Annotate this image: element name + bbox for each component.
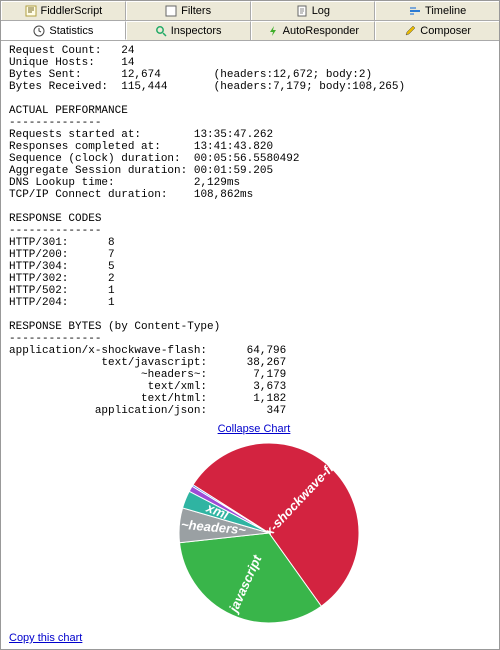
code-204-label: HTTP/204: (9, 297, 68, 309)
document-icon (296, 5, 308, 17)
code-301-value: 8 (108, 237, 115, 249)
tab-label: Statistics (49, 25, 93, 37)
codes-heading: RESPONSE CODES (9, 213, 101, 225)
clock-icon (33, 25, 45, 37)
tab-fiddlerscript[interactable]: FiddlerScript (1, 1, 126, 20)
bytes-rule: -------------- (9, 333, 101, 345)
ct-headers-label: ~headers~: (141, 369, 207, 381)
seq-label: Sequence (clock) duration: (9, 153, 181, 165)
resp-done-label: Responses completed at: (9, 141, 161, 153)
pencil-icon (404, 25, 416, 37)
tcp-label: TCP/IP Connect duration: (9, 189, 167, 201)
tab-label: Inspectors (171, 25, 222, 37)
seq-value: 00:05:56.5580492 (194, 153, 300, 165)
ct-html-value: 1,182 (253, 393, 286, 405)
checkbox-icon (165, 5, 177, 17)
content-type-pie-chart: x-shockwave-flashjavascript~headers~xml (9, 438, 489, 628)
tab-inspectors[interactable]: Inspectors (126, 21, 251, 40)
unique-hosts-label: Unique Hosts: (9, 57, 95, 69)
bytes-recv-label: Bytes Received: (9, 81, 108, 93)
bytes-sent-label: Bytes Sent: (9, 69, 82, 81)
tab-label: Log (312, 5, 330, 17)
codes-rule: -------------- (9, 225, 101, 237)
ct-html-label: text/html: (141, 393, 207, 405)
bytes-recv-value: 115,444 (121, 81, 167, 93)
ct-xml-value: 3,673 (253, 381, 286, 393)
code-304-value: 5 (108, 261, 115, 273)
bytes-sent-breakdown: (headers:12,672; body:2) (214, 69, 372, 81)
collapse-chart-link[interactable]: Collapse Chart (218, 423, 291, 435)
dns-value: 2,129ms (194, 177, 240, 189)
request-count-value: 24 (121, 45, 134, 57)
request-count-label: Request Count: (9, 45, 101, 57)
tab-autoresponder[interactable]: AutoResponder (251, 21, 376, 40)
timeline-icon (409, 5, 421, 17)
tab-log[interactable]: Log (251, 1, 376, 20)
tab-composer[interactable]: Composer (375, 21, 499, 40)
ct-flash-label: application/x-shockwave-flash: (9, 345, 207, 357)
code-302-value: 2 (108, 273, 115, 285)
perf-rule: -------------- (9, 117, 101, 129)
code-200-value: 7 (108, 249, 115, 261)
req-start-value: 13:35:47.262 (194, 129, 273, 141)
agg-value: 00:01:59.205 (194, 165, 273, 177)
lightning-icon (267, 25, 279, 37)
bytes-heading: RESPONSE BYTES (by Content-Type) (9, 321, 220, 333)
statistics-text: Request Count: 24 Unique Hosts: 14 Bytes… (1, 41, 499, 425)
code-301-label: HTTP/301: (9, 237, 68, 249)
tab-label: Timeline (425, 5, 466, 17)
tabstrip-top: FiddlerScript Filters Log Timeline (1, 1, 499, 21)
tab-filters[interactable]: Filters (126, 1, 251, 20)
resp-done-value: 13:41:43.820 (194, 141, 273, 153)
tabstrip-bottom: Statistics Inspectors AutoResponder Comp… (1, 21, 499, 41)
tab-timeline[interactable]: Timeline (375, 1, 499, 20)
code-302-label: HTTP/302: (9, 273, 68, 285)
code-204-value: 1 (108, 297, 115, 309)
tab-label: FiddlerScript (41, 5, 103, 17)
tcp-value: 108,862ms (194, 189, 253, 201)
dns-label: DNS Lookup time: (9, 177, 115, 189)
ct-json-value: 347 (266, 405, 286, 417)
tab-label: AutoResponder (283, 25, 359, 37)
bytes-sent-value: 12,674 (121, 69, 161, 81)
req-start-label: Requests started at: (9, 129, 141, 141)
magnifier-icon (155, 25, 167, 37)
statistics-panel: FiddlerScript Filters Log Timeline (0, 0, 500, 650)
code-502-value: 1 (108, 285, 115, 297)
code-502-label: HTTP/502: (9, 285, 68, 297)
copy-chart-link[interactable]: Copy this chart (9, 632, 82, 644)
perf-heading: ACTUAL PERFORMANCE (9, 105, 128, 117)
tab-label: Composer (420, 25, 471, 37)
ct-xml-label: text/xml: (148, 381, 207, 393)
unique-hosts-value: 14 (121, 57, 134, 69)
agg-label: Aggregate Session duration: (9, 165, 187, 177)
ct-flash-value: 64,796 (247, 345, 287, 357)
ct-js-label: text/javascript: (101, 357, 207, 369)
tab-label: Filters (181, 5, 211, 17)
ct-json-label: application/json: (95, 405, 207, 417)
tab-statistics[interactable]: Statistics (1, 21, 126, 40)
ct-headers-value: 7,179 (253, 369, 286, 381)
bytes-recv-breakdown: (headers:7,179; body:108,265) (214, 81, 405, 93)
code-304-label: HTTP/304: (9, 261, 68, 273)
code-200-label: HTTP/200: (9, 249, 68, 261)
ct-js-value: 38,267 (247, 357, 287, 369)
chart-area: Collapse Chart x-shockwave-flashjavascri… (1, 425, 499, 649)
script-icon (25, 5, 37, 17)
